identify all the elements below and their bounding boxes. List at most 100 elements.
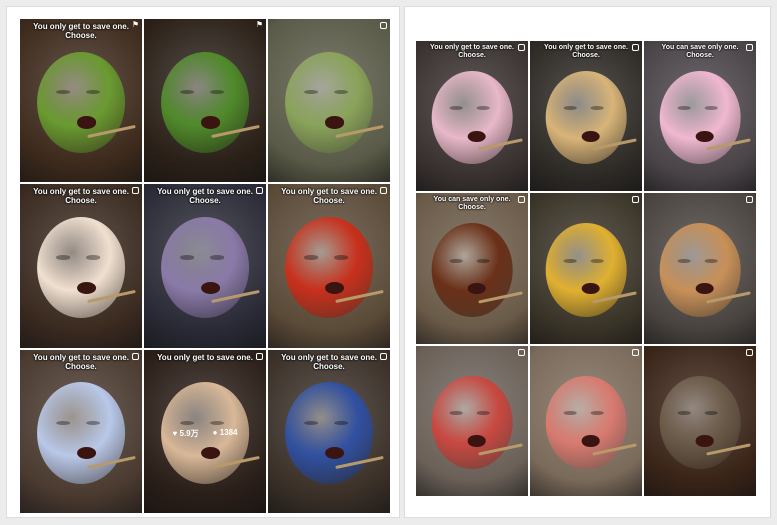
left-grid-tile[interactable] — [268, 19, 390, 183]
tile-caption: You only get to save one. Choose. — [33, 187, 129, 206]
eye-shape — [590, 106, 604, 111]
food-face-image — [659, 71, 741, 165]
right-grid-tile[interactable]: You can save only one. Choose. — [644, 41, 756, 192]
eye-shape — [677, 258, 691, 263]
mouth-shape — [581, 130, 600, 142]
eye-shape — [449, 106, 463, 111]
eye-shape — [86, 255, 101, 260]
left-grid-tile[interactable]: You only get to save one. Choose. — [20, 349, 142, 513]
food-face-image — [161, 51, 249, 153]
food-face-image — [285, 382, 373, 484]
tile-caption: You can save only one. Choose. — [433, 196, 511, 212]
food-face-image — [659, 375, 741, 469]
right-grid-tile[interactable]: You can save only one. Choose. — [416, 193, 528, 344]
eye-shape — [334, 420, 349, 425]
mouth-shape — [324, 116, 344, 129]
food-face-image — [431, 223, 513, 317]
eye-shape — [476, 106, 490, 111]
mouth-shape — [695, 435, 714, 447]
eye-shape — [563, 258, 577, 263]
right-grid-tile[interactable]: You only get to save one. Choose. — [416, 41, 528, 192]
tile-caption: You only get to save one. Choose. — [157, 187, 253, 206]
eye-shape — [449, 258, 463, 263]
food-face-image — [431, 375, 513, 469]
tile-caption: You only get to save one. Choose. — [544, 44, 628, 59]
mouth-shape — [200, 447, 220, 460]
reel-icon — [518, 196, 525, 204]
right-grid-tile[interactable] — [644, 193, 756, 344]
likes-count: ♥ 5.9万 — [173, 428, 199, 439]
reel-icon — [380, 352, 387, 360]
mouth-shape — [200, 116, 220, 129]
eye-shape — [677, 411, 691, 415]
eye-shape — [180, 255, 195, 260]
mouth-shape — [467, 130, 486, 142]
left-grid-tile[interactable]: You only get to save one. Choose. — [20, 184, 142, 348]
mouth-shape — [581, 283, 600, 295]
reel-icon — [256, 352, 263, 360]
food-face-image — [285, 216, 373, 319]
tile-caption: You only get to save one. Choose. — [33, 22, 129, 40]
comments-value: 1384 — [219, 428, 238, 438]
food-face-image — [545, 375, 627, 469]
left-grid-tile[interactable]: ⚑ — [144, 19, 266, 183]
reel-icon — [256, 187, 263, 195]
mouth-shape — [695, 283, 714, 295]
pin-icon: ⚑ — [131, 20, 139, 29]
eye-shape — [704, 258, 718, 263]
mouth-shape — [76, 447, 96, 460]
engagement-stats: ♥ 5.9万 ● 1384 — [144, 428, 266, 439]
right-grid-tile[interactable]: You only get to save one. Choose. — [530, 41, 642, 192]
reel-icon — [132, 352, 139, 360]
right-image-grid: You only get to save one. Choose. You onl… — [416, 41, 756, 496]
left-image-panel: You only get to save one. Choose. ⚑ ⚑ You o… — [6, 6, 400, 518]
tile-caption: You only get to save one. Choose. — [281, 352, 377, 371]
left-grid-tile[interactable]: You only get to save one. Choose. — [144, 184, 266, 348]
eye-shape — [304, 420, 319, 425]
right-grid-tile[interactable] — [530, 345, 642, 496]
food-face-image — [431, 71, 513, 165]
reel-icon — [132, 187, 139, 195]
left-grid-tile[interactable]: You only get to save one. Choose. — [268, 349, 390, 513]
food-face-image — [545, 71, 627, 165]
reel-icon — [632, 348, 639, 356]
right-grid-tile[interactable] — [644, 345, 756, 496]
reel-icon — [518, 348, 525, 356]
reel-icon — [380, 22, 387, 29]
mouth-shape — [76, 281, 96, 294]
heart-icon: ♥ — [172, 429, 180, 439]
right-grid-tile[interactable] — [530, 193, 642, 344]
eye-shape — [56, 255, 71, 260]
mouth-shape — [200, 281, 220, 294]
food-face-image — [37, 51, 125, 153]
mouth-shape — [324, 447, 344, 460]
eye-shape — [449, 411, 463, 415]
left-grid-tile[interactable]: You only get to save one. Choose. — [268, 184, 390, 348]
eye-shape — [476, 258, 490, 263]
likes-value: 5.9万 — [179, 429, 199, 439]
eye-shape — [704, 411, 718, 415]
eye-shape — [56, 420, 71, 425]
eye-shape — [210, 420, 225, 425]
pin-icon: ⚑ — [255, 20, 263, 29]
reel-icon — [632, 44, 639, 51]
food-face-image — [285, 51, 373, 153]
right-image-panel: You only get to save one. Choose. You onl… — [404, 6, 771, 518]
eye-shape — [334, 255, 349, 260]
food-face-image — [161, 216, 249, 319]
eye-shape — [304, 90, 319, 95]
left-grid-tile[interactable]: You only get to save one. Choose. ⚑ — [20, 19, 142, 183]
eye-shape — [590, 411, 604, 415]
mouth-shape — [324, 281, 344, 294]
mouth-shape — [467, 435, 486, 447]
eye-shape — [86, 90, 101, 95]
eye-shape — [210, 255, 225, 260]
tile-caption: You can save only one. Choose. — [661, 44, 739, 59]
right-grid-tile[interactable] — [416, 345, 528, 496]
tile-caption: You only get to save one. Choose. — [281, 187, 377, 206]
reel-icon — [518, 44, 525, 51]
mouth-shape — [467, 283, 486, 295]
comment-icon: ● — [212, 428, 220, 438]
left-grid-tile[interactable]: You only get to save one. ♥ 5.9万 ● 1384 — [144, 349, 266, 513]
eye-shape — [677, 106, 691, 111]
